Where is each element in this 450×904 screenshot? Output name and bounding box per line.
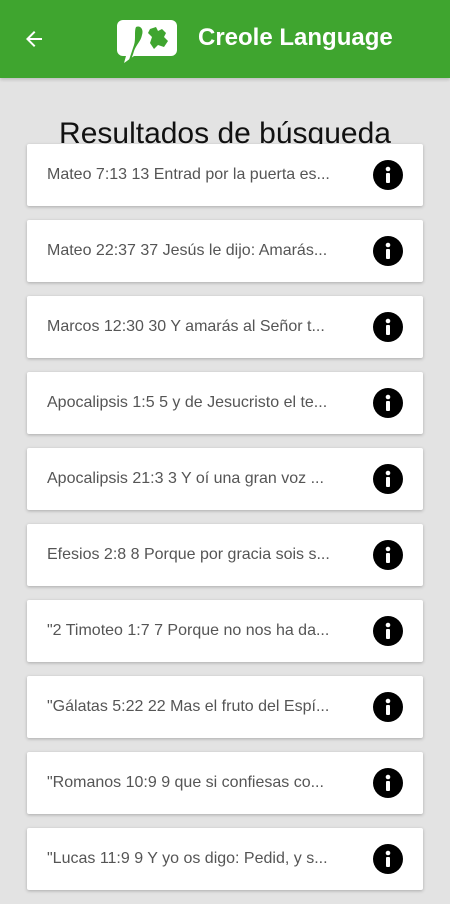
search-result-text: Mateo 22:37 37 Jesús le dijo: Amarás...: [47, 242, 328, 259]
info-icon: [385, 850, 391, 867]
search-result-text: Efesios 2:8 8 Porque por gracia sois s..…: [47, 546, 330, 563]
search-result-item[interactable]: Apocalipsis 21:3 3 Y oí una gran voz ...: [27, 448, 423, 510]
search-result-item[interactable]: Efesios 2:8 8 Porque por gracia sois s..…: [27, 524, 423, 586]
search-result-item[interactable]: Mateo 7:13 13 Entrad por la puerta es...: [27, 144, 423, 206]
info-icon: [385, 470, 391, 487]
info-icon: [385, 774, 391, 791]
app-bar: Creole Language: [0, 0, 450, 78]
search-results-list: Mateo 7:13 13 Entrad por la puerta es...…: [27, 144, 423, 904]
info-icon: [385, 318, 391, 335]
search-result-text: "Lucas 11:9 9 Y yo os digo: Pedid, y s..…: [47, 850, 328, 867]
search-result-text: Marcos 12:30 30 Y amarás al Señor t...: [47, 318, 325, 335]
back-button[interactable]: [16, 21, 52, 57]
info-icon: [385, 166, 391, 183]
arrow-back-icon: [26, 31, 42, 47]
search-result-text: Mateo 7:13 13 Entrad por la puerta es...: [47, 166, 330, 183]
info-button[interactable]: [373, 388, 403, 418]
app-title: Creole Language: [198, 24, 393, 51]
info-button[interactable]: [373, 464, 403, 494]
info-icon: [385, 394, 391, 411]
search-result-text: Apocalipsis 21:3 3 Y oí una gran voz ...: [47, 470, 324, 487]
search-result-item[interactable]: "Romanos 10:9 9 que si confiesas co...: [27, 752, 423, 814]
info-button[interactable]: [373, 160, 403, 190]
info-icon: [385, 698, 391, 715]
info-button[interactable]: [373, 692, 403, 722]
search-result-item[interactable]: "2 Timoteo 1:7 7 Porque no nos ha da...: [27, 600, 423, 662]
info-icon: [385, 622, 391, 639]
search-result-item[interactable]: Marcos 12:30 30 Y amarás al Señor t...: [27, 296, 423, 358]
info-icon: [385, 546, 391, 563]
search-result-item[interactable]: "Gálatas 5:22 22 Mas el fruto del Espí..…: [27, 676, 423, 738]
info-button[interactable]: [373, 768, 403, 798]
app-logo: [114, 17, 180, 65]
info-button[interactable]: [373, 540, 403, 570]
info-button[interactable]: [373, 236, 403, 266]
search-result-text: "Gálatas 5:22 22 Mas el fruto del Espí..…: [47, 698, 330, 715]
search-result-text: Apocalipsis 1:5 5 y de Jesucristo el te.…: [47, 394, 328, 411]
search-result-item[interactable]: Mateo 22:37 37 Jesús le dijo: Amarás...: [27, 220, 423, 282]
search-result-item[interactable]: Apocalipsis 1:5 5 y de Jesucristo el te.…: [27, 372, 423, 434]
info-button[interactable]: [373, 844, 403, 874]
search-result-item[interactable]: "Lucas 11:9 9 Y yo os digo: Pedid, y s..…: [27, 828, 423, 890]
search-result-text: "2 Timoteo 1:7 7 Porque no nos ha da...: [47, 622, 330, 639]
info-button[interactable]: [373, 616, 403, 646]
info-button[interactable]: [373, 312, 403, 342]
search-result-text: "Romanos 10:9 9 que si confiesas co...: [47, 774, 324, 791]
info-icon: [385, 242, 391, 259]
